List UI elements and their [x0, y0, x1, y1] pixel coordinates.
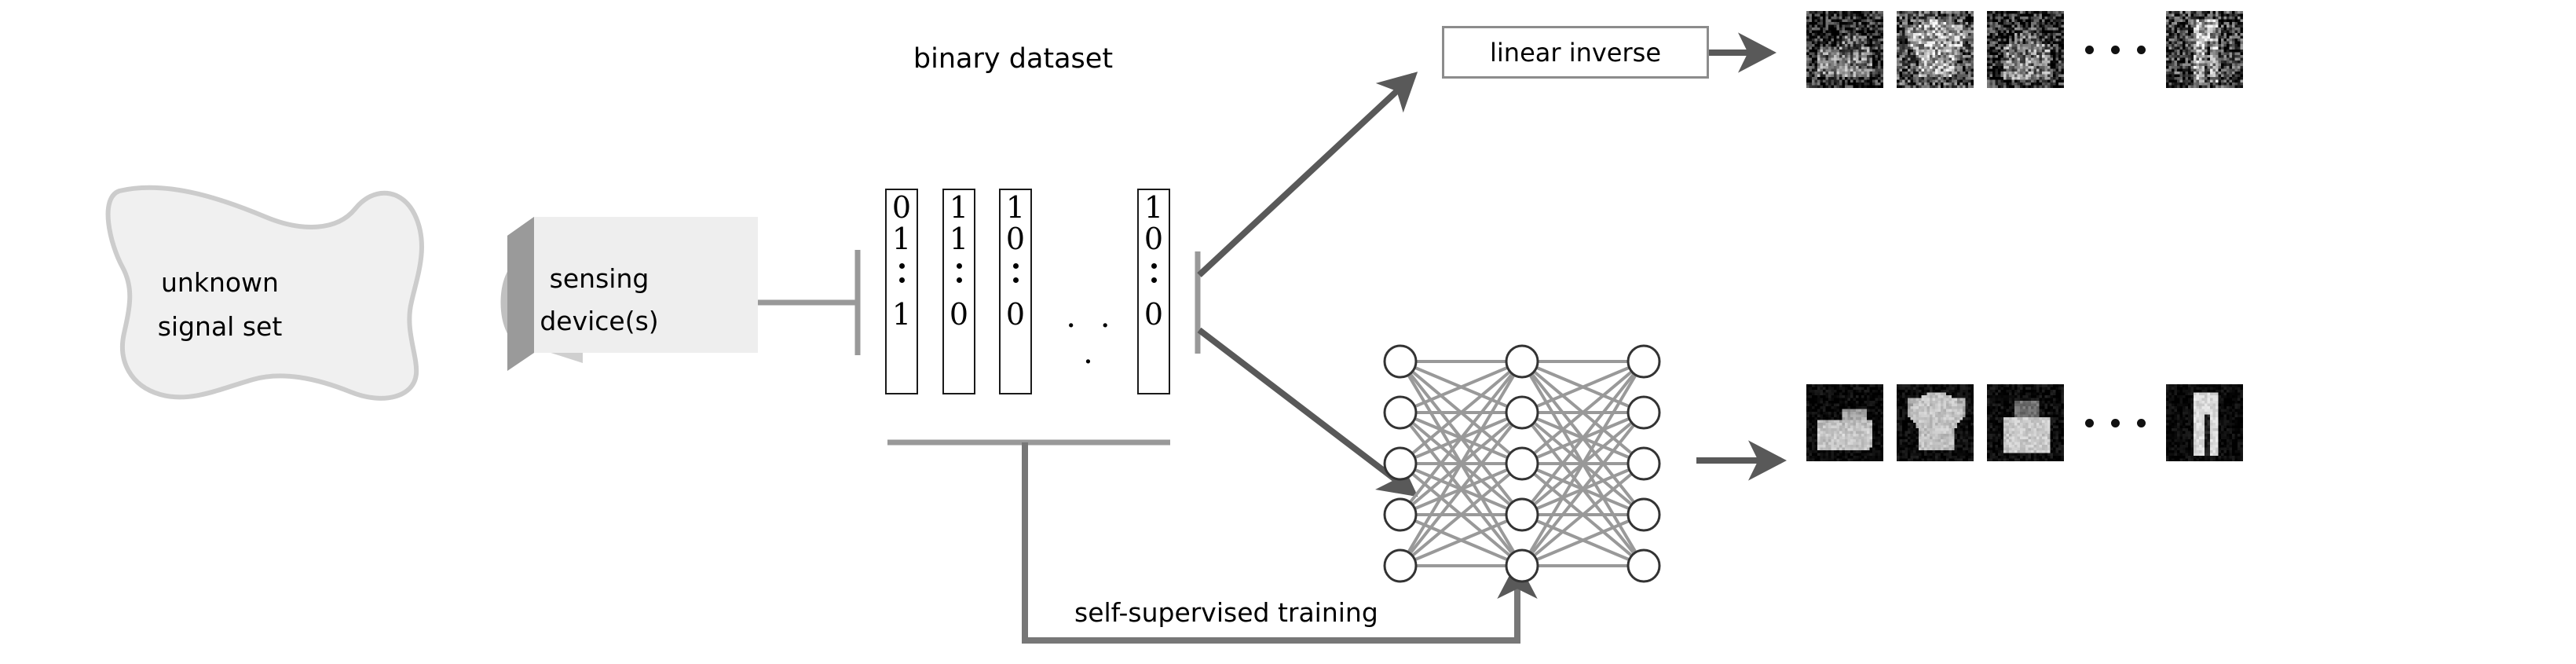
bit-column: 1 1 0 [942, 189, 975, 394]
diagram-vector-layer [105, 32, 1787, 644]
bit-column: 1 0 0 [999, 189, 1032, 394]
linear-inverse-box[interactable]: linear inverse [1442, 26, 1709, 79]
bit-value: 0 [1143, 222, 1164, 256]
bit-value: 1 [949, 222, 969, 256]
bit-value: 1 [949, 190, 969, 225]
diagram-canvas: unknown signal set sensing device(s) bin… [0, 0, 2576, 664]
neural-network-diagram [1383, 344, 1661, 583]
bit-value: 1 [891, 297, 912, 332]
row-ellipsis-icon [2077, 11, 2153, 88]
pullover-tile [1897, 384, 1974, 461]
bit-value: 1 [891, 222, 912, 256]
bit-value: 0 [1005, 297, 1026, 332]
boot-tile [1806, 384, 1883, 461]
bit-column: 1 0 0 [1137, 189, 1170, 394]
dataset-ellipsis: · · · [1066, 308, 1118, 380]
vertical-ellipsis-icon [944, 263, 974, 283]
branch-arrows [1197, 72, 1418, 497]
binary-dataset-title: binary dataset [913, 43, 1114, 75]
bit-value: 1 [1143, 190, 1164, 225]
bit-value: 0 [949, 297, 969, 332]
noise-tile-4 [2166, 11, 2243, 88]
linear-inverse-label: linear inverse [1490, 37, 1661, 68]
bit-value: 1 [1005, 190, 1026, 225]
network-output-row [1806, 384, 2243, 461]
sensing-device: sensing device(s) [440, 220, 770, 393]
device-to-dataset-connector [758, 250, 861, 355]
self-supervised-training-label: self-supervised training [1074, 597, 1378, 628]
unknown-signal-set-label: unknown signal set [157, 267, 283, 342]
bit-value: 0 [1143, 297, 1164, 332]
bit-column: 0 1 1 [885, 189, 918, 394]
linear-inverse-output-row [1806, 11, 2243, 88]
bit-value: 0 [891, 190, 912, 225]
vertical-ellipsis-icon [1001, 263, 1030, 283]
noise-tile-3 [1987, 11, 2064, 88]
unknown-signal-set: unknown signal set [63, 173, 377, 401]
bag-tile [1987, 384, 2064, 461]
vertical-ellipsis-icon [887, 263, 917, 283]
bit-value: 0 [1005, 222, 1026, 256]
vertical-ellipsis-icon [1139, 263, 1169, 283]
noise-tile-1 [1806, 11, 1883, 88]
sensing-device-label: sensing device(s) [540, 263, 659, 336]
noise-tile-2 [1897, 11, 1974, 88]
row-ellipsis-icon [2077, 384, 2153, 461]
trousers-tile [2166, 384, 2243, 461]
